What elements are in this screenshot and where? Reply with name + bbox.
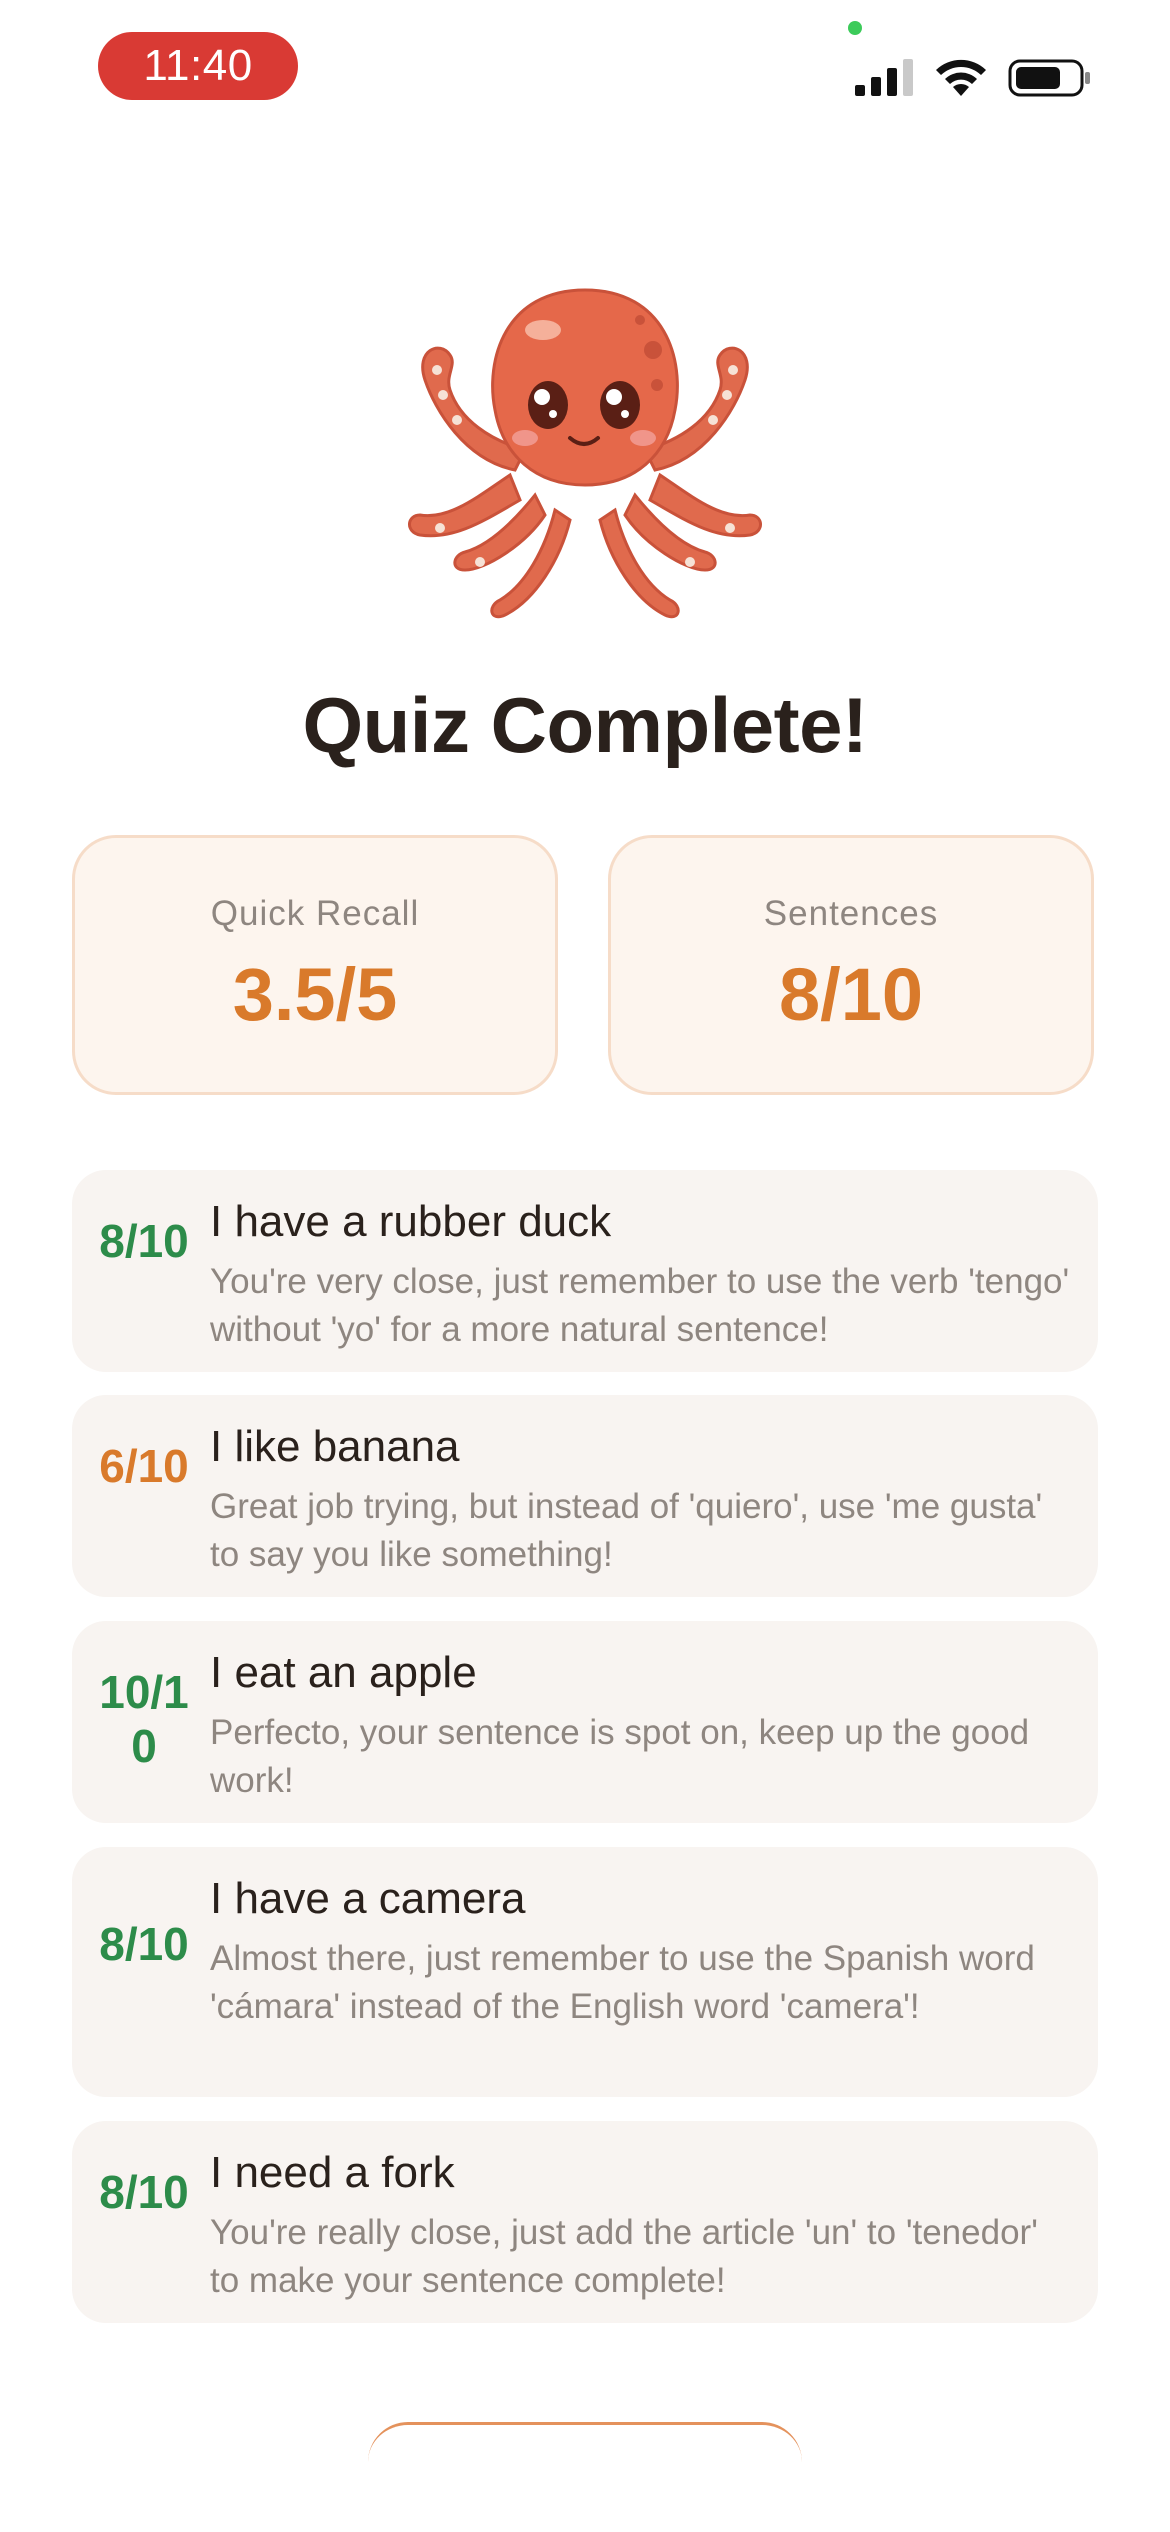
feedback-text: You're really close, just add the articl… (210, 2213, 1038, 2300)
battery-icon (1008, 59, 1090, 97)
score-label: Sentences (763, 894, 939, 933)
feedback-item: 10/10 I eat an apple Perfecto, your sent… (72, 1621, 1098, 1823)
feedback-text: Great job trying, but instead of 'quiero… (210, 1487, 1043, 1574)
cellular-signal-icon (855, 59, 913, 96)
score-card-sentences: Sentences 8/10 (608, 835, 1094, 1095)
feedback-item: 8/10 I have a camera Almost there, just … (72, 1847, 1098, 2097)
status-bar: 11:40 (0, 0, 1170, 150)
score-value: 3.5/5 (232, 953, 398, 1036)
feedback-score: 8/10 (99, 2166, 189, 2218)
octopus-mascot-icon (408, 288, 762, 619)
feedback-score: 8/10 (99, 1918, 189, 1970)
status-time: 11:40 (98, 32, 298, 100)
feedback-sentence: I have a camera (210, 1874, 526, 1923)
wifi-icon (936, 59, 986, 96)
feedback-item: 6/10 I like banana Great job trying, but… (72, 1395, 1098, 1597)
feedback-text: Perfecto, your sentence is spot on, keep… (210, 1713, 1030, 1800)
continue-button[interactable] (368, 2422, 802, 2482)
feedback-sentence: I eat an apple (210, 1648, 477, 1697)
page-title: Quiz Complete! (302, 681, 868, 769)
feedback-sentence: I have a rubber duck (210, 1197, 612, 1246)
feedback-text: Almost there, just remember to use the S… (210, 1939, 1035, 2026)
feedback-item: 8/10 I need a fork You're really close, … (72, 2121, 1098, 2323)
score-value: 8/10 (778, 953, 924, 1036)
feedback-score: 6/10 (99, 1440, 189, 1492)
feedback-sentence: I need a fork (210, 2148, 455, 2197)
camera-in-use-indicator (848, 21, 862, 35)
feedback-score: 8/10 (99, 1215, 189, 1267)
score-label: Quick Recall (210, 894, 420, 933)
feedback-item: 8/10 I have a rubber duck You're very cl… (72, 1170, 1098, 1372)
feedback-text: You're very close, just remember to use … (210, 1262, 1070, 1349)
feedback-score: 10/10 (99, 1666, 189, 1772)
score-card-quick-recall: Quick Recall 3.5/5 (72, 835, 558, 1095)
feedback-sentence: I like banana (210, 1422, 460, 1471)
quiz-results-screen: 11:40 Quiz Complete! Quick Recall 3.5/5 … (0, 0, 1170, 2532)
